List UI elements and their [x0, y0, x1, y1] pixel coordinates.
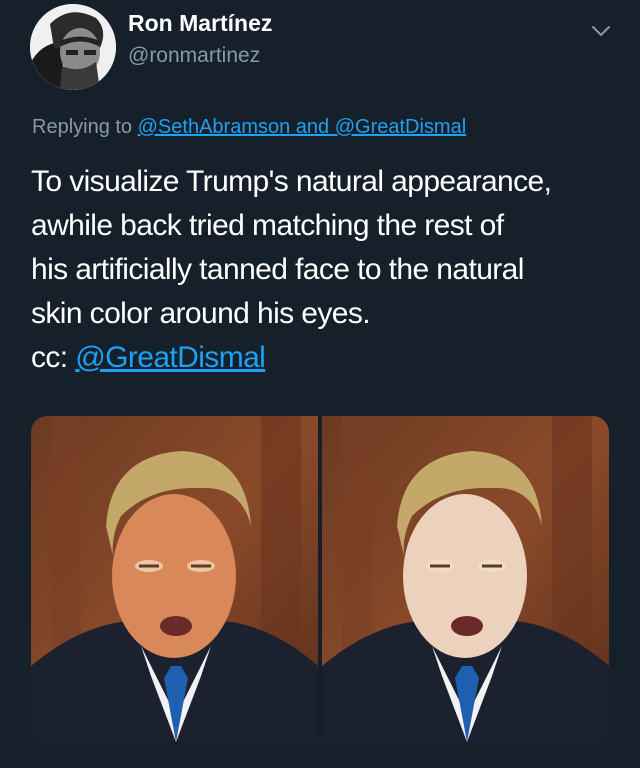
tweet-header: Ron Martínez @ronmartinez [0, 0, 640, 100]
reply-mention-greatdismal[interactable]: @GreatDismal [335, 116, 466, 138]
author-handle[interactable]: @ronmartinez [128, 44, 260, 68]
tweet-text-line: To visualize Trump's natural appearance, [31, 165, 552, 198]
person-avatar-icon [30, 4, 116, 90]
tweet-media[interactable] [31, 416, 609, 742]
cc-label: cc: [31, 341, 76, 374]
chevron-down-icon[interactable] [588, 18, 614, 44]
tweet-text-line: skin color around his eyes. [31, 297, 371, 330]
tweet-text-line: his artificially tanned face to the natu… [31, 253, 524, 286]
reply-and-text: and [290, 116, 335, 138]
cc-mention-greatdismal[interactable]: @GreatDismal [75, 341, 266, 374]
avatar[interactable] [30, 4, 116, 90]
replying-to-line: Replying to @SethAbramson and @GreatDism… [32, 116, 466, 139]
photo-edited[interactable] [322, 416, 609, 742]
tweet-cc-line: cc: @GreatDismal [31, 336, 621, 380]
replying-to-label: Replying to [32, 116, 138, 138]
tweet-text-line: awhile back tried matching the rest of [31, 209, 504, 242]
photo-original[interactable] [31, 416, 318, 742]
tweet-text: To visualize Trump's natural appearance,… [31, 160, 621, 380]
author-display-name[interactable]: Ron Martínez [128, 10, 272, 37]
reply-mention-sethabramson[interactable]: @SethAbramson [138, 116, 291, 138]
